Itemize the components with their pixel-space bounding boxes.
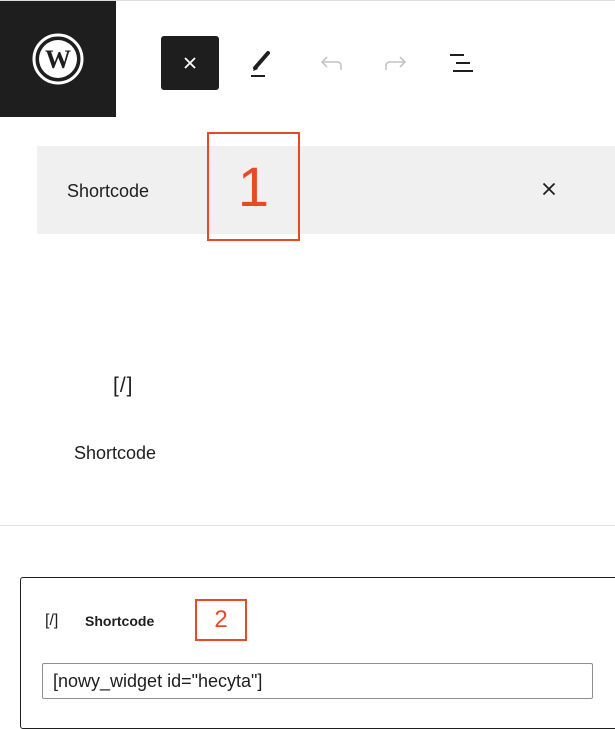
annotation-marker-2: 2 xyxy=(195,599,247,641)
redo-button[interactable] xyxy=(378,45,414,83)
shortcode-block[interactable]: [/] Shortcode xyxy=(20,577,615,729)
svg-text:W: W xyxy=(45,45,71,74)
block-search-input[interactable]: Shortcode xyxy=(67,181,149,202)
divider xyxy=(0,525,615,526)
list-view-icon xyxy=(450,54,473,72)
undo-icon xyxy=(320,56,342,70)
redo-icon xyxy=(385,56,407,70)
shortcode-input[interactable] xyxy=(42,663,593,699)
annotation-marker-1: 1 xyxy=(207,132,300,241)
wordpress-logo-icon: W xyxy=(32,33,84,85)
block-search-panel: Shortcode xyxy=(37,146,615,234)
close-inserter-button[interactable] xyxy=(161,36,219,90)
tools-button[interactable] xyxy=(240,39,284,87)
shortcode-icon: [/] xyxy=(113,374,134,397)
document-outline-button[interactable] xyxy=(440,41,484,85)
close-icon xyxy=(542,182,556,196)
annotation-number: 1 xyxy=(237,154,270,218)
block-title: Shortcode xyxy=(85,613,155,629)
editor-top-toolbar: W xyxy=(0,0,615,117)
wordpress-logo-button[interactable]: W xyxy=(0,1,116,117)
pencil-icon xyxy=(251,51,270,77)
block-result-shortcode[interactable]: [/] Shortcode xyxy=(58,350,198,470)
clear-search-button[interactable] xyxy=(534,174,564,204)
annotation-number: 2 xyxy=(214,606,228,633)
shortcode-icon: [/] xyxy=(45,612,59,629)
block-result-label: Shortcode xyxy=(74,443,157,463)
undo-button[interactable] xyxy=(313,45,349,83)
close-icon xyxy=(184,57,196,69)
